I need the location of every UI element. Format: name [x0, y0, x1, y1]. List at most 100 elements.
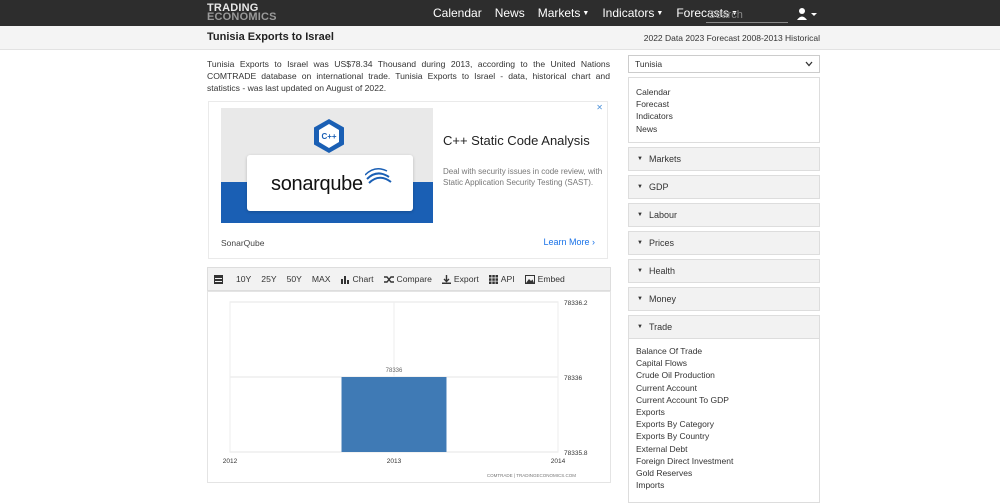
y-tick-label: 78336: [564, 375, 582, 382]
sidebar-section-trade[interactable]: ▼ Trade: [628, 315, 820, 339]
embed-button[interactable]: Embed: [524, 274, 565, 284]
trade-link[interactable]: Exports By Category: [636, 418, 812, 430]
sidebar-section-gdp[interactable]: ▼ GDP: [628, 175, 820, 199]
indicator-description: Tunisia Exports to Israel was US$78.34 T…: [207, 59, 610, 93]
api-button[interactable]: API: [488, 274, 515, 284]
trade-link[interactable]: Imports: [636, 479, 812, 491]
export-button[interactable]: Export: [441, 274, 479, 284]
sidebar-sections: ▼ Markets ▼ GDP ▼ Labour ▼ Prices ▼ Health ▼ Money ▼…: [628, 147, 820, 339]
caret-down-icon: ▼: [637, 240, 643, 246]
ad-title[interactable]: C++ Static Code Analysis: [443, 133, 590, 148]
ad-learn-more-link[interactable]: Learn More ›: [543, 237, 595, 247]
sidebar-link-forecast[interactable]: Forecast: [636, 98, 812, 110]
chart-container: 78336.2 78336 78335.8 2012 2013 2014 78336 COMT…: [207, 291, 611, 483]
compare-button[interactable]: Compare: [383, 274, 432, 284]
site-logo[interactable]: TRADING ECONOMICS: [207, 3, 277, 23]
bar-chart-icon: [340, 275, 349, 284]
y-tick-label: 78335.8: [564, 450, 588, 457]
trade-link[interactable]: Gold Reserves: [636, 467, 812, 479]
main-nav: Calendar News Markets ▼ Indicators ▼ Forecasts…: [433, 0, 751, 26]
section-label: Health: [648, 266, 675, 276]
embed-label: Embed: [537, 274, 565, 284]
sidebar-section-prices[interactable]: ▼ Prices: [628, 231, 820, 255]
country-select[interactable]: Tunisia: [628, 55, 820, 73]
range-10y-button[interactable]: 10Y: [236, 274, 251, 284]
export-label: Export: [453, 274, 479, 284]
sidebar-link-indicators[interactable]: Indicators: [636, 110, 812, 122]
caret-down-icon: ▼: [637, 296, 643, 302]
data-meta: 2022 Data 2023 Forecast 2008-2013 Histor…: [643, 33, 820, 43]
nav-label: Markets: [537, 6, 581, 20]
trade-link[interactable]: Current Account To GDP: [636, 394, 812, 406]
chart-label: Chart: [352, 274, 374, 284]
table-icon: [214, 274, 223, 284]
caret-down-icon: ▼: [637, 268, 643, 274]
chart-toolbar: 10Y 25Y 50Y MAX Chart Compare Export API…: [207, 267, 611, 291]
caret-down-icon: ▼: [637, 184, 643, 190]
sub-header: [0, 26, 1000, 50]
bar-data-label: 78336: [386, 368, 403, 374]
nav-indicators[interactable]: Indicators ▼: [602, 6, 663, 20]
sidebar-section-health[interactable]: ▼ Health: [628, 259, 820, 283]
trade-link[interactable]: External Debt: [636, 443, 812, 455]
section-label: Labour: [648, 210, 677, 220]
caret-down-icon: ▼: [637, 324, 643, 330]
trade-list: Balance Of Trade Capital Flows Crude Oil P…: [628, 339, 820, 503]
ad-logo-card: sonarqube: [247, 155, 413, 211]
logo-line2: ECONOMICS: [207, 11, 277, 23]
trade-link[interactable]: Exports By Country: [636, 430, 812, 442]
cpp-hexagon-icon: C++: [314, 119, 344, 153]
sonar-waves-icon: [365, 168, 392, 184]
trade-link[interactable]: Capital Flows: [636, 357, 812, 369]
hex-label: C++: [321, 132, 336, 141]
caret-down-icon: ▼: [637, 212, 643, 218]
sidebar-section-markets[interactable]: ▼ Markets: [628, 147, 820, 171]
section-label: Markets: [648, 154, 681, 164]
ad-image[interactable]: C++ sonarqube: [221, 108, 433, 223]
range-25y-button[interactable]: 25Y: [261, 274, 276, 284]
trade-link[interactable]: Exports: [636, 406, 812, 418]
chart-type-button[interactable]: Chart: [340, 274, 374, 284]
trade-link[interactable]: Foreign Direct Investment: [636, 455, 812, 467]
table-view-button[interactable]: [214, 274, 226, 284]
advertisement[interactable]: C++ sonarqube C++ Static Code Analysis D…: [208, 101, 608, 259]
user-icon: [797, 8, 817, 20]
ad-logo-text: sonarqube: [271, 173, 363, 195]
caret-down-icon: ▼: [637, 156, 643, 162]
top-navbar: TRADING ECONOMICS Calendar News Markets ▼ In…: [0, 0, 1000, 26]
nav-markets[interactable]: Markets ▼: [538, 6, 590, 20]
x-tick-label: 2012: [223, 458, 238, 465]
section-label: Trade: [648, 322, 673, 332]
nav-label: Calendar: [433, 6, 482, 20]
grid-icon: [488, 274, 498, 284]
download-icon: [441, 274, 451, 284]
section-label: Prices: [648, 238, 674, 248]
section-label: GDP: [648, 182, 669, 192]
ad-close-icon[interactable]: ✕: [596, 103, 603, 112]
chevron-right-icon: ›: [592, 237, 595, 247]
user-menu[interactable]: [797, 7, 819, 21]
caret-down-icon: ▼: [656, 10, 664, 18]
bar-2013[interactable]: [341, 377, 447, 452]
section-label: Money: [648, 294, 676, 304]
trade-link[interactable]: Current Account: [636, 382, 812, 394]
sidebar-section-money[interactable]: ▼ Money: [628, 287, 820, 311]
nav-calendar[interactable]: Calendar: [433, 6, 482, 20]
country-select-value: Tunisia: [635, 59, 663, 69]
country-links: Calendar Forecast Indicators News: [628, 77, 820, 143]
trade-link[interactable]: Balance Of Trade: [636, 345, 812, 357]
search-input[interactable]: [706, 7, 788, 23]
trade-link[interactable]: Crude Oil Production: [636, 369, 812, 381]
image-icon: [524, 274, 535, 284]
chart-svg[interactable]: 78336.2 78336 78335.8 2012 2013 2014 78336 COMT…: [208, 292, 610, 482]
ad-body: Deal with security issues in code review…: [443, 167, 603, 187]
x-tick-label: 2013: [387, 458, 402, 465]
sidebar-link-calendar[interactable]: Calendar: [636, 86, 812, 98]
sidebar-link-news[interactable]: News: [636, 123, 812, 135]
sidebar-section-labour[interactable]: ▼ Labour: [628, 203, 820, 227]
nav-news[interactable]: News: [495, 6, 525, 20]
range-max-button[interactable]: MAX: [312, 274, 331, 284]
chevron-down-icon: [805, 61, 813, 67]
shuffle-icon: [383, 275, 394, 283]
range-50y-button[interactable]: 50Y: [287, 274, 302, 284]
